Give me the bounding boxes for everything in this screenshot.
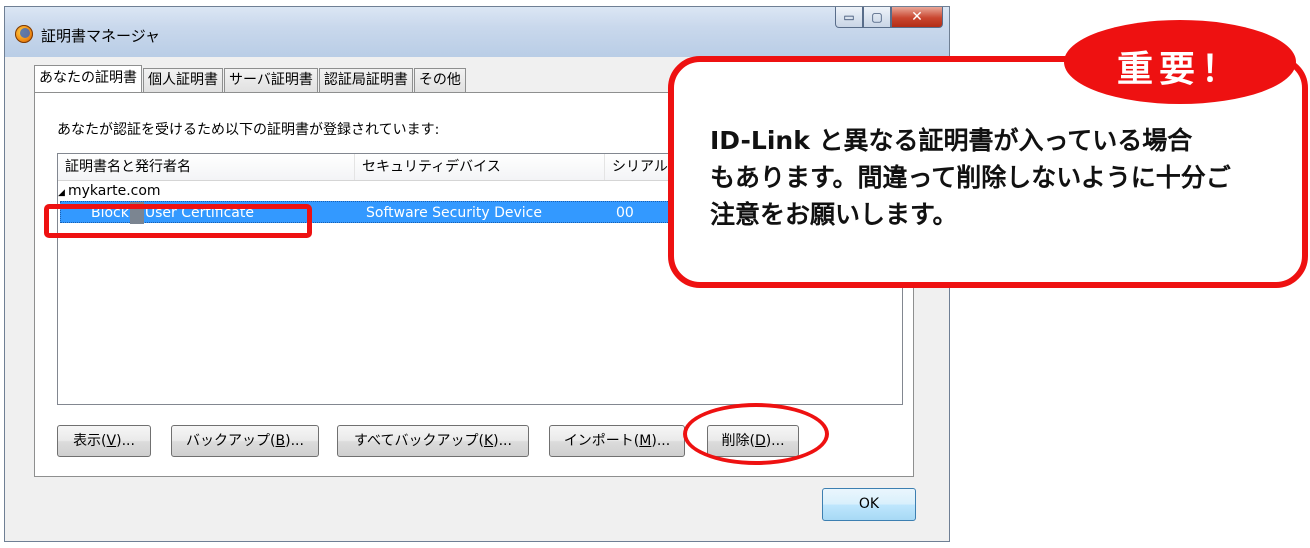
tab-authority-certificates[interactable]: 認証局証明書: [318, 68, 413, 92]
tab-server-certificates[interactable]: サーバ証明書: [224, 68, 318, 92]
tab-your-certificates[interactable]: あなたの証明書: [34, 65, 142, 92]
firefox-icon: [15, 25, 33, 43]
important-badge: 重要！: [1064, 20, 1296, 104]
maximize-button[interactable]: ▢: [863, 7, 891, 28]
important-badge-text: 重要！: [1116, 49, 1243, 90]
expand-triangle-icon[interactable]: ◢: [58, 184, 68, 202]
minimize-button[interactable]: ▭: [835, 7, 863, 28]
backup-button[interactable]: バックアップ(B)...: [171, 425, 319, 457]
import-button-text: インポート(: [563, 433, 640, 449]
backup-button-tail: )...: [285, 433, 304, 449]
view-button[interactable]: 表示(V)...: [57, 425, 151, 457]
maximize-icon: ▢: [871, 10, 883, 24]
group-label: mykarte.com: [68, 183, 161, 199]
close-button[interactable]: ✕: [891, 7, 943, 28]
close-icon: ✕: [911, 9, 923, 25]
ok-button[interactable]: OK: [822, 488, 916, 521]
highlight-delete-button: [683, 403, 829, 465]
certificate-device: Software Security Device: [366, 205, 542, 221]
window-controls: ▭ ▢ ✕: [835, 7, 943, 29]
view-button-tail: )...: [116, 433, 135, 449]
column-header-name[interactable]: 証明書名と発行者名: [58, 154, 355, 180]
tab-personal-certificates[interactable]: 個人証明書: [143, 68, 223, 92]
backup-all-button-text: すべてバックアップ(: [354, 433, 484, 449]
column-header-device[interactable]: セキュリティデバイス: [355, 154, 605, 180]
view-button-key: V: [106, 433, 117, 449]
backup-button-key: B: [275, 433, 286, 449]
warning-line-3: 注意をお願いします。: [710, 200, 958, 229]
backup-all-button-tail: )...: [493, 433, 512, 449]
certificate-serial: 00: [616, 205, 634, 221]
tree-group-mykarte[interactable]: ◢ mykarte.com: [58, 182, 161, 202]
warning-line-1: ID-Link と異なる証明書が入っている場合: [710, 126, 1193, 155]
import-button-tail: )...: [651, 433, 671, 449]
highlight-selected-certificate: [44, 204, 312, 238]
warning-line-2: もあります。間違って削除しないように十分ご: [710, 163, 1231, 192]
tab-others[interactable]: その他: [413, 68, 466, 92]
window-title: 証明書マネージャ: [41, 27, 160, 45]
import-button-key: M: [639, 433, 652, 449]
title-bar[interactable]: 証明書マネージャ ▭ ▢ ✕: [5, 7, 949, 57]
backup-all-button[interactable]: すべてバックアップ(K)...: [337, 425, 529, 457]
panel-description: あなたが認証を受けるため以下の証明書が登録されています:: [57, 122, 440, 138]
backup-button-text: バックアップ(: [186, 433, 276, 449]
backup-all-button-key: K: [483, 433, 494, 449]
warning-message: ID-Link と異なる証明書が入っている場合 もあります。間違って削除しないよ…: [710, 122, 1280, 233]
view-button-text: 表示(: [73, 433, 107, 449]
minimize-icon: ▭: [843, 10, 855, 24]
tab-strip: あなたの証明書 個人証明書 サーバ証明書 認証局証明書 その他: [34, 65, 467, 92]
import-button[interactable]: インポート(M)...: [549, 425, 685, 457]
